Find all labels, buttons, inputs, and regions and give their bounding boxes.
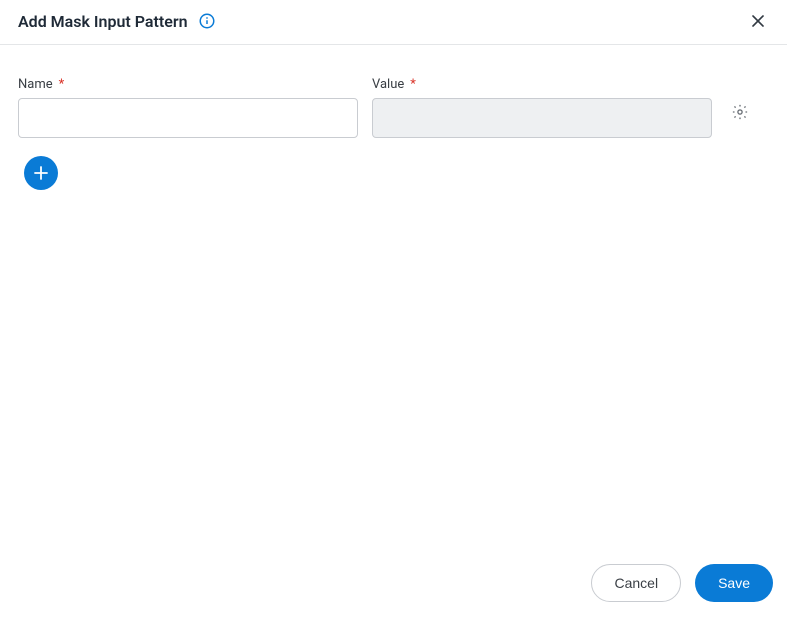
- info-icon[interactable]: [198, 12, 216, 30]
- close-icon[interactable]: [747, 10, 769, 32]
- value-label: Value: [372, 77, 404, 92]
- plus-icon: [33, 165, 49, 181]
- name-label-row: Name *: [18, 77, 358, 92]
- name-input[interactable]: [18, 98, 358, 138]
- name-label: Name: [18, 77, 53, 92]
- gear-icon[interactable]: [731, 103, 749, 121]
- dialog-header: Add Mask Input Pattern: [0, 0, 787, 45]
- required-marker: *: [59, 77, 65, 92]
- settings-column: [726, 77, 754, 121]
- name-field-group: Name *: [18, 77, 358, 138]
- dialog-footer: Cancel Save: [591, 564, 773, 602]
- add-row: [0, 138, 787, 190]
- required-marker: *: [410, 77, 416, 92]
- value-input[interactable]: [372, 98, 712, 138]
- add-button[interactable]: [24, 156, 58, 190]
- save-button[interactable]: Save: [695, 564, 773, 602]
- header-left: Add Mask Input Pattern: [18, 12, 216, 31]
- form-area: Name * Value *: [0, 45, 787, 138]
- value-label-row: Value *: [372, 77, 712, 92]
- value-field-group: Value *: [372, 77, 712, 138]
- cancel-button[interactable]: Cancel: [591, 564, 681, 602]
- dialog-title: Add Mask Input Pattern: [18, 12, 188, 31]
